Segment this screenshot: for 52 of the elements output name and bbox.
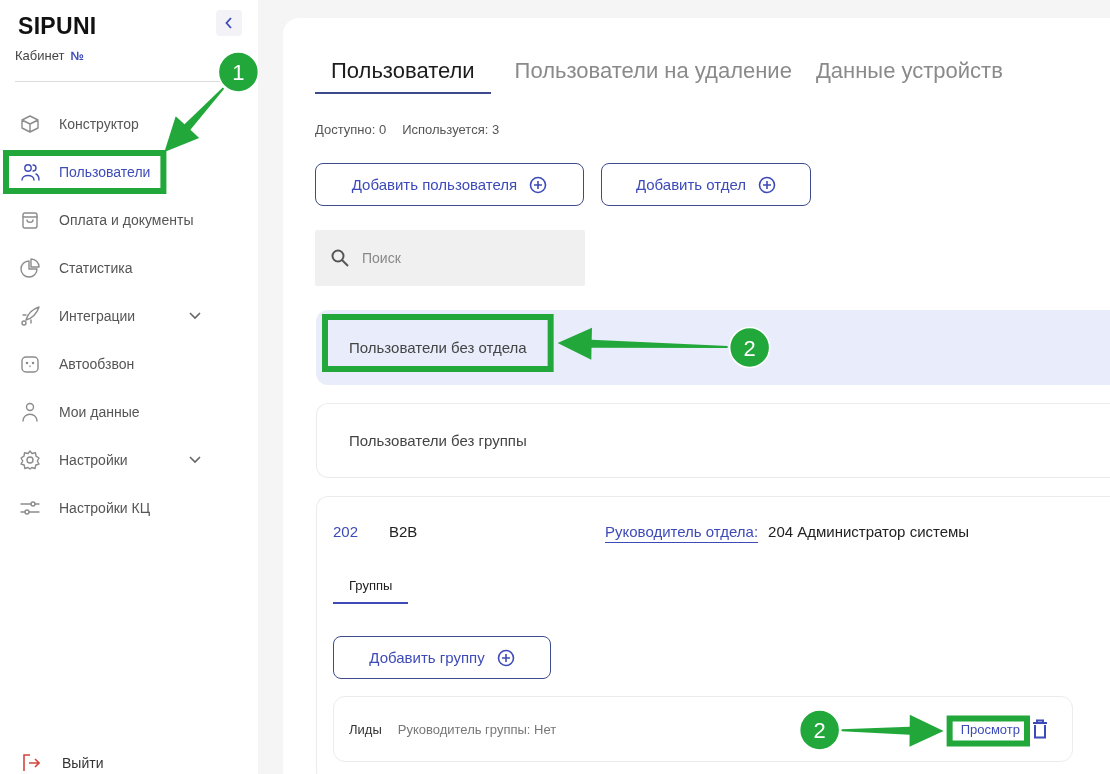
search-icon [331, 249, 349, 267]
step-badge: 1 [217, 51, 260, 93]
department-head-name: 204 Администратор системы [768, 523, 970, 540]
tab[interactable]: Пользователи [315, 58, 491, 94]
logout-link[interactable]: Выйти [0, 752, 258, 774]
step-badge: 2 [798, 709, 841, 751]
department-head-link[interactable]: Руководитель отдела: [605, 523, 759, 540]
plus-circle-icon [529, 175, 548, 194]
sidebar-item[interactable]: Интеграции [0, 292, 228, 340]
sidebar-item[interactable]: Оплата и документы [0, 196, 202, 244]
robot-face-icon [20, 354, 40, 374]
sidebar-item[interactable]: Статистика [0, 244, 141, 292]
gear-icon [20, 450, 40, 470]
collapse-button[interactable] [216, 10, 242, 36]
sidebar-item[interactable]: Настройки [0, 436, 228, 484]
department-name: B2B [389, 523, 419, 540]
department-row[interactable]: Пользователи без группы [316, 403, 1110, 478]
tab[interactable]: Группы [333, 578, 409, 604]
group-head-text: Руководитель группы: Нет [397, 721, 557, 737]
add-button[interactable]: Добавить пользователя [315, 163, 584, 206]
plus-circle-icon [758, 175, 777, 194]
rocket-icon [20, 306, 40, 326]
department-name: Пользователи без группы [349, 432, 527, 449]
account-label: Кабинет [15, 48, 65, 63]
exit-arrow-icon [22, 754, 40, 772]
callout-arrow [164, 87, 225, 152]
account-number: № [70, 49, 84, 63]
sidebar-item[interactable]: Настройки КЦ [0, 484, 159, 532]
department-name: Пользователи без отдела [349, 339, 527, 356]
counter-text: Используется: 3 [402, 122, 500, 137]
cube-icon [20, 114, 40, 134]
sidebar-item[interactable]: Автообзвон [0, 340, 143, 388]
users-icon [20, 162, 40, 182]
shopping-bag-icon [20, 210, 40, 230]
pie-chart-icon [20, 258, 40, 278]
group-name: Лиды [349, 721, 382, 737]
step-badge: 2 [728, 326, 771, 369]
department-number: 202 [333, 523, 360, 540]
chevron-left-icon [225, 17, 233, 29]
sidebar-item[interactable]: Конструктор [0, 100, 147, 148]
sidebar-item[interactable]: Пользователи [0, 148, 159, 196]
add-button[interactable]: Добавить группу [333, 636, 551, 679]
sidebar-item[interactable]: Мои данные [0, 388, 148, 436]
trash-icon[interactable] [1032, 719, 1048, 739]
logo: SIPUNI [18, 13, 97, 40]
plus-circle-icon [496, 648, 515, 667]
person-icon [20, 402, 40, 422]
add-button[interactable]: Добавить отдел [601, 163, 811, 206]
sliders-icon [20, 498, 40, 518]
search-field[interactable]: Поиск [315, 230, 585, 286]
counter-text: Доступно: 0 [315, 122, 387, 137]
view-link[interactable]: Просмотр [960, 721, 1020, 737]
